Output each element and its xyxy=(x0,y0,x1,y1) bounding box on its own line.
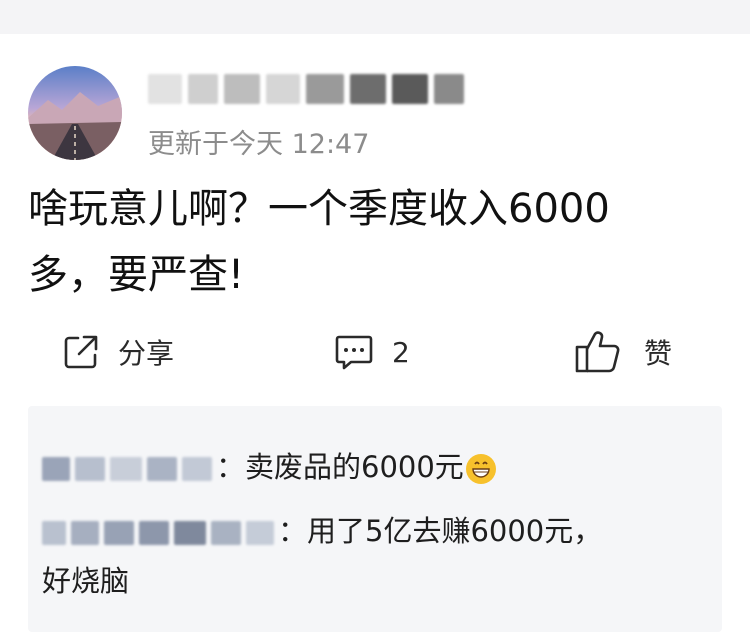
share-button[interactable]: 分享 xyxy=(62,320,174,384)
comment-text: ：卖废品的6000元 xyxy=(216,450,464,484)
grinning-emoji-icon xyxy=(465,454,496,484)
comment-item[interactable]: ：卖废品的6000元 xyxy=(42,444,496,486)
avatar[interactable] xyxy=(28,66,122,160)
avatar-image xyxy=(28,66,122,160)
share-icon xyxy=(64,335,98,369)
comment-text-continued: 好烧脑 xyxy=(42,564,130,598)
post-text-line: 啥玩意儿啊？一个季度收入6000 xyxy=(28,186,610,232)
comment-icon xyxy=(335,335,373,370)
comment-preview[interactable]: ：卖废品的6000元 ：用了5亿去赚6000元， 好烧脑 xyxy=(28,406,722,632)
comment-button[interactable]: 2 xyxy=(334,320,410,384)
commenter-name-blurred[interactable] xyxy=(42,457,212,481)
comment-count: 2 xyxy=(392,335,410,369)
share-label: 分享 xyxy=(118,337,175,370)
like-button[interactable]: 赞 xyxy=(574,320,672,384)
like-label: 赞 xyxy=(644,337,673,370)
top-strip xyxy=(0,0,750,34)
comment-item[interactable]: ：用了5亿去赚6000元， xyxy=(42,508,602,550)
post-text: 啥玩意儿啊？一个季度收入6000 多，要严查! xyxy=(28,176,718,308)
commenter-name-blurred[interactable] xyxy=(42,521,274,545)
username-blurred[interactable] xyxy=(148,70,478,108)
thumbs-up-icon xyxy=(575,331,620,373)
post-text-line: 多，要严查! xyxy=(28,252,245,298)
post-timestamp: 更新于今天 12:47 xyxy=(148,129,370,160)
action-bar: 分享 2 赞 xyxy=(0,320,750,384)
comment-text: ：用了5亿去赚6000元， xyxy=(278,514,603,548)
post-header: 更新于今天 12:47 xyxy=(26,64,726,164)
